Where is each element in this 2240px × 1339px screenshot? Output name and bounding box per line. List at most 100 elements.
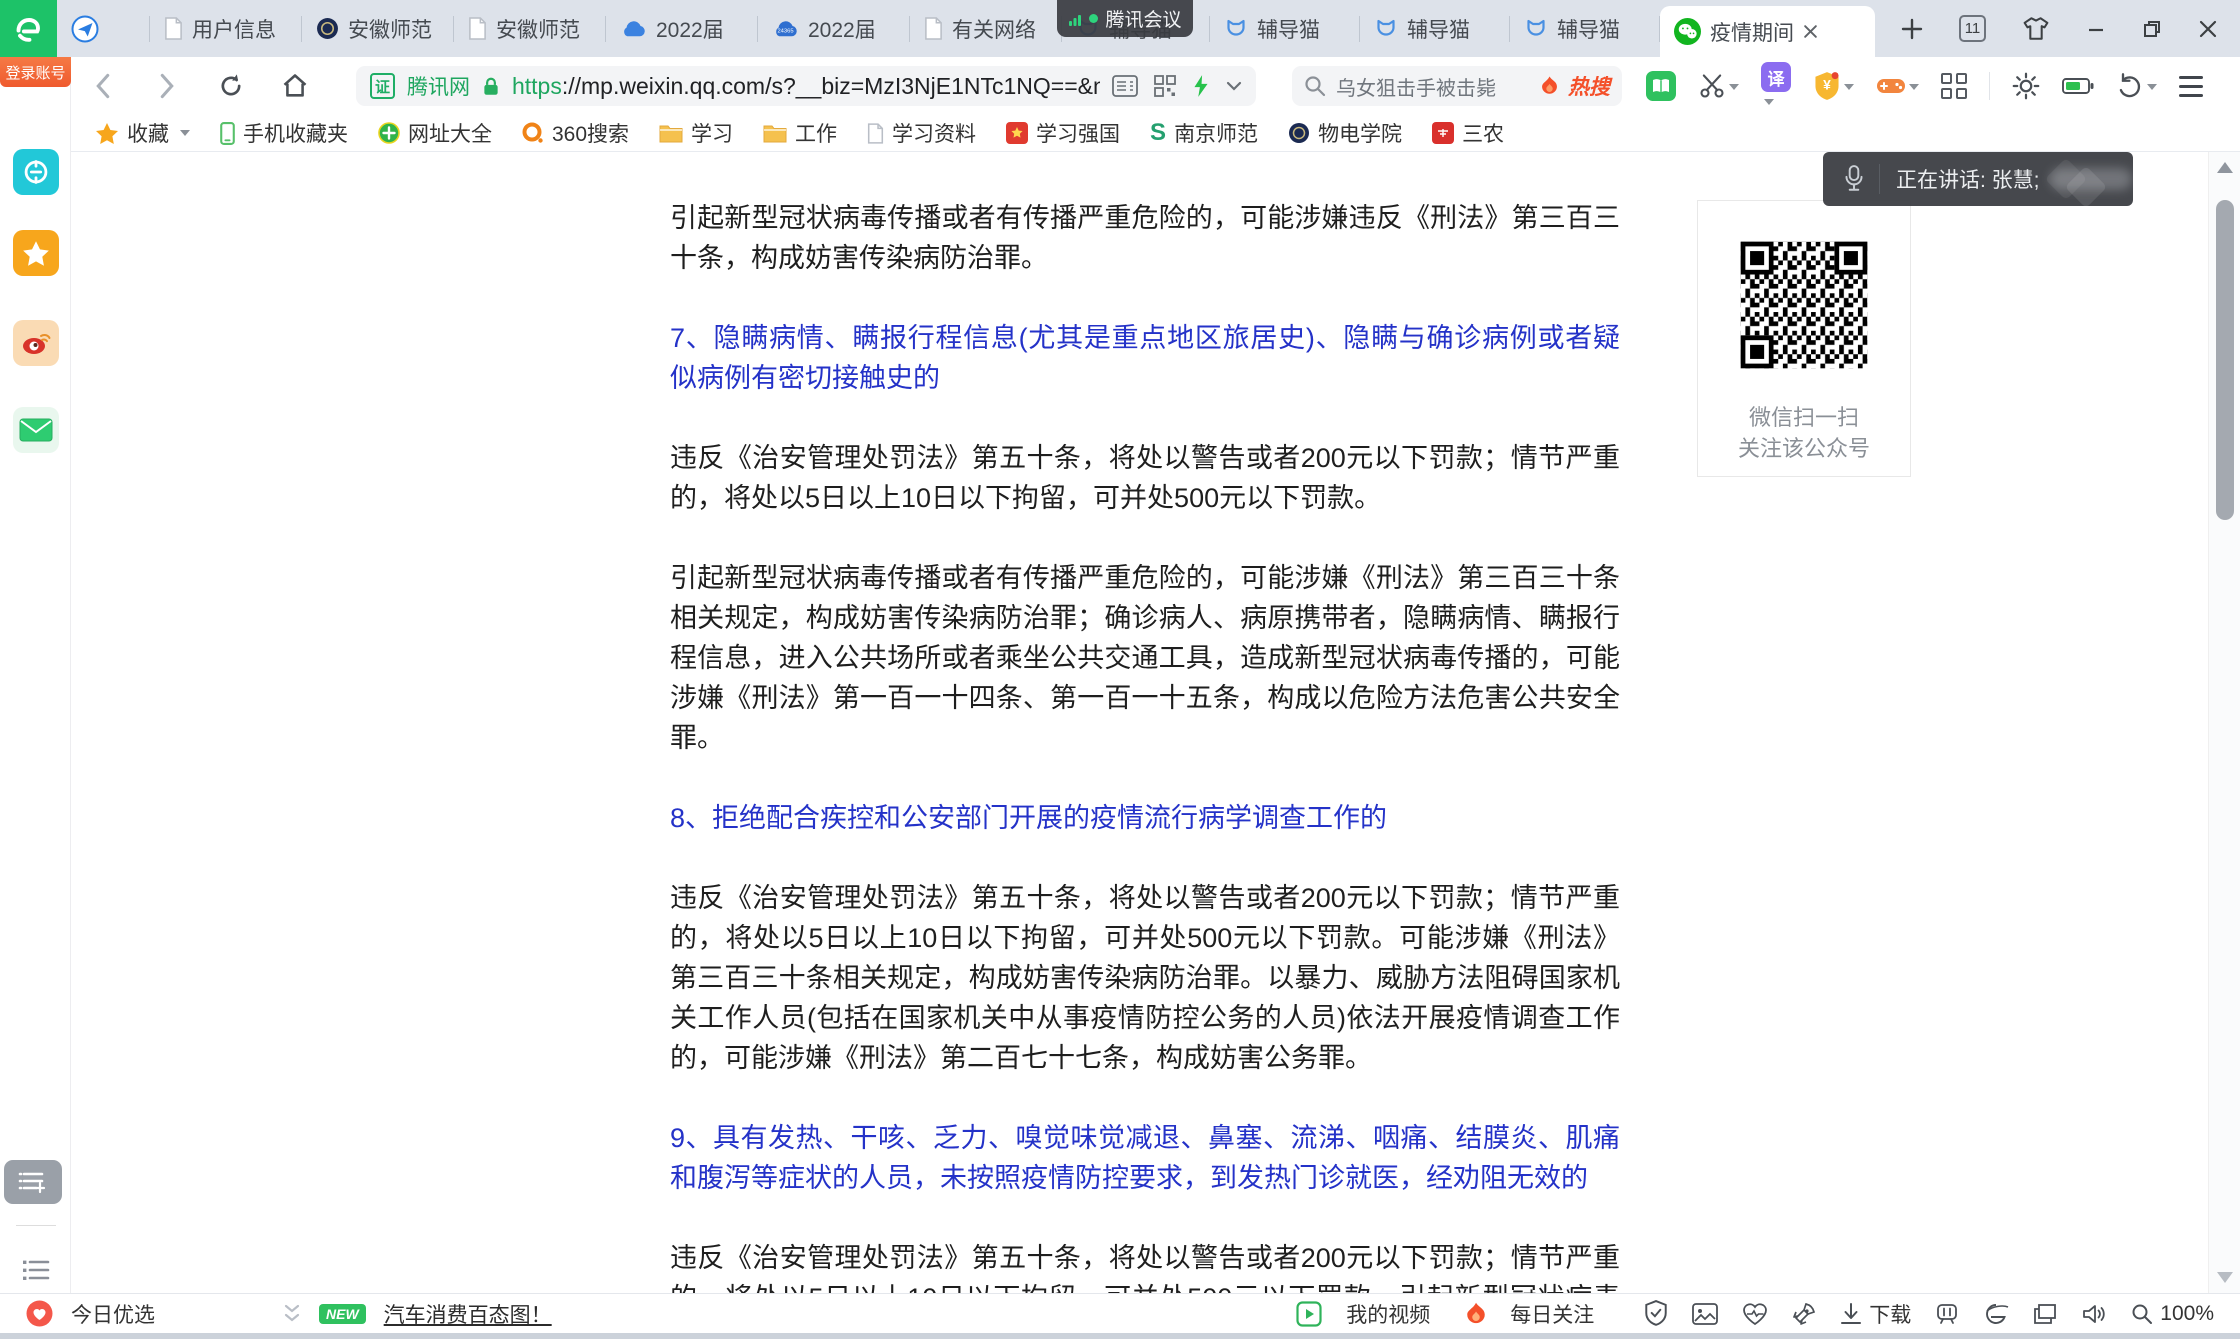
heart-badge-icon[interactable] (26, 1300, 53, 1327)
ie-compat-icon[interactable] (1983, 1302, 2009, 1326)
reader-mode-icon[interactable] (1112, 75, 1138, 97)
download-button[interactable]: 下载 (1840, 1299, 1911, 1329)
sidebar-app-phone[interactable] (13, 149, 59, 195)
forward-icon (156, 73, 178, 99)
games-caret-icon[interactable] (1909, 84, 1919, 90)
sidebar-list-button[interactable] (13, 1247, 59, 1293)
my-videos-icon[interactable] (1296, 1301, 1322, 1327)
ring-icon (522, 122, 544, 144)
bookmark-360-search[interactable]: 360搜索 (522, 118, 629, 148)
back-button[interactable] (86, 69, 120, 103)
reading-book-icon[interactable] (1646, 71, 1676, 101)
daily-follow-label[interactable]: 每日关注 (1510, 1299, 1594, 1329)
battery-saver-icon[interactable] (2062, 77, 2094, 95)
tab-anhui-normal-1[interactable]: 安徽师范 (302, 0, 454, 57)
bottom-right-group: 我的视频 每日关注 (1296, 1299, 2214, 1329)
tab-user-info[interactable]: 用户信息 (150, 0, 302, 57)
bookmark-favorites[interactable]: 收藏 (95, 118, 190, 148)
sidebar-app-favorites[interactable] (13, 230, 59, 276)
site-name[interactable]: 腾讯网 (407, 71, 470, 101)
search-suggestion[interactable]: 乌女狙击手被击毙 (1336, 72, 1531, 101)
shield-tools-icon[interactable] (1644, 1300, 1668, 1327)
tab-count-badge[interactable]: 11 (1959, 15, 1986, 42)
undo-caret-icon[interactable] (2147, 84, 2157, 90)
search-box[interactable]: 乌女狙击手被击毙 热搜 (1292, 66, 1622, 106)
main-menu-icon[interactable] (2179, 76, 2203, 97)
translate-icon[interactable]: 译 (1761, 62, 1791, 110)
bookmark-folder-study[interactable]: 学习 (659, 118, 733, 148)
close-tab-icon[interactable] (1803, 24, 1818, 39)
sidebar-collector-panel[interactable] (4, 1160, 62, 1204)
bookmark-folder-work[interactable]: 工作 (763, 118, 837, 148)
refresh-button[interactable] (214, 69, 248, 103)
tab-2022-1[interactable]: 2022届 (606, 0, 758, 57)
home-button[interactable] (278, 69, 312, 103)
tab-active-epidemic[interactable]: 疫情期间 (1660, 6, 1875, 57)
bookmark-study-material[interactable]: 学习资料 (867, 118, 976, 148)
tab-fudaomao-3[interactable]: 辅导猫 (1360, 0, 1510, 57)
flame-icon[interactable] (1466, 1301, 1486, 1327)
image-icon[interactable] (1692, 1303, 1718, 1325)
undo-restore-icon[interactable] (2116, 72, 2157, 100)
double-chevron-icon[interactable] (283, 1303, 301, 1325)
sidebar-app-mail[interactable] (13, 407, 59, 453)
bookmark-xuexi-qiangguo[interactable]: 学习强国 (1006, 118, 1120, 148)
tab-2022-2[interactable]: 24365 2022届 (758, 0, 910, 57)
rocket-icon[interactable] (1792, 1302, 1816, 1326)
theme-shirt-icon[interactable] (2022, 16, 2050, 41)
tab-network-doc[interactable]: 有关网络 (910, 0, 1062, 57)
health-heart-icon[interactable] (1742, 1302, 1768, 1326)
tencent-meeting-pill[interactable]: 腾讯会议 (1057, 0, 1193, 37)
hot-search-label[interactable]: 热搜 (1568, 71, 1610, 101)
scrollbar-thumb[interactable] (2216, 200, 2234, 520)
minimize-icon[interactable] (2086, 19, 2106, 39)
page-qr-icon[interactable] (1154, 75, 1176, 97)
robot-grill-icon[interactable] (1935, 1302, 1959, 1326)
games-icon[interactable] (1876, 75, 1919, 97)
page-zoom-control[interactable]: 100% (2131, 1302, 2214, 1326)
wallet-caret-icon[interactable] (1844, 84, 1854, 90)
tab-fudaomao-2[interactable]: 辅导猫 (1210, 0, 1360, 57)
bookmark-sannong[interactable]: 三农 (1432, 118, 1504, 148)
headline-link[interactable]: 汽车消费百态图！ (384, 1299, 552, 1329)
close-window-icon[interactable] (2198, 19, 2218, 39)
page-content: 引起新型冠状病毒传播或者有传播严重危险的，可能涉嫌违反《刑法》第三百三十条，构成… (71, 152, 2208, 1293)
forward-button[interactable] (150, 69, 184, 103)
brightness-icon[interactable] (2012, 72, 2040, 100)
browser-logo[interactable] (0, 0, 57, 57)
wechat-icon (1674, 18, 1701, 45)
screenshot-scissors-icon[interactable] (1698, 72, 1739, 100)
favorites-caret-icon[interactable] (180, 130, 190, 136)
bookmark-mobile-favorites[interactable]: 手机收藏夹 (220, 118, 348, 148)
translate-caret-icon[interactable] (1764, 99, 1774, 105)
tab-fudaomao-4[interactable]: 辅导猫 (1510, 0, 1660, 57)
bookmark-nanjing-normal[interactable]: S 南京师范 (1150, 118, 1258, 148)
scroll-down-arrow[interactable] (2217, 1272, 2233, 1283)
speaker-icon[interactable] (2081, 1302, 2107, 1326)
scroll-up-arrow[interactable] (2217, 162, 2233, 173)
url-text[interactable]: https://mp.weixin.qq.com/s?__biz=MzI3NjE… (512, 73, 1100, 100)
tab-bar: 用户信息 安徽师范 安徽师范 2022届 24365 (0, 0, 2240, 57)
my-videos-label[interactable]: 我的视频 (1346, 1299, 1430, 1329)
new-tab-icon[interactable] (1901, 18, 1923, 40)
wallet-shield-icon[interactable]: ¥ (1813, 71, 1854, 101)
tab-label: 疫情期间 (1710, 17, 1794, 47)
tab-anhui-normal-2[interactable]: 安徽师范 (454, 0, 606, 57)
vertical-scrollbar[interactable] (2208, 152, 2240, 1293)
tab-pinned-nav[interactable] (57, 0, 150, 57)
today-picks-label[interactable]: 今日优选 (71, 1299, 155, 1329)
speed-bolt-icon[interactable] (1192, 74, 1210, 98)
bookmark-site-directory[interactable]: 网址大全 (378, 118, 492, 148)
sidebar-app-weibo[interactable] (13, 320, 59, 366)
multi-window-icon[interactable] (2033, 1303, 2057, 1325)
bookmark-wudian-college[interactable]: 物电学院 (1288, 118, 1402, 148)
site-cert-badge[interactable]: 证 (370, 73, 395, 99)
login-account-badge[interactable]: 登录账号 (0, 57, 71, 87)
address-bar[interactable]: 证 腾讯网 https://mp.weixin.qq.com/s?__biz=M… (356, 66, 1256, 106)
toolbar-extensions: 译 ¥ (1646, 62, 2203, 110)
chevron-down-icon[interactable] (1226, 80, 1242, 92)
meeting-speaking-toast[interactable]: 正在讲话: 张慧; (1823, 152, 2133, 206)
scissors-caret-icon[interactable] (1729, 84, 1739, 90)
apps-grid-icon[interactable] (1941, 73, 1967, 99)
restore-icon[interactable] (2142, 19, 2162, 39)
